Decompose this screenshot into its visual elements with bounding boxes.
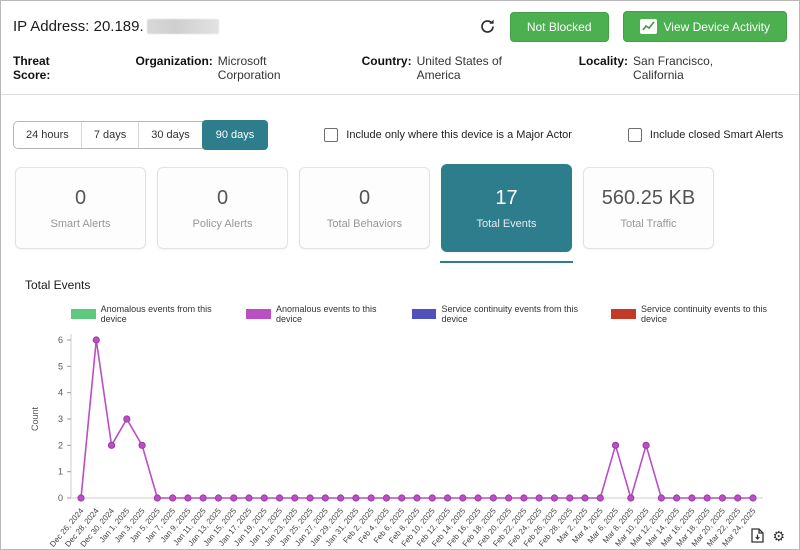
- svg-text:Count: Count: [30, 407, 40, 432]
- time-range-90-days[interactable]: 90 days: [202, 120, 269, 150]
- device-summary-panel: IP Address: 20.189. Not Blocked: [0, 0, 800, 550]
- svg-text:3: 3: [58, 414, 63, 424]
- chart-actions: ⚙: [751, 528, 785, 543]
- locality-value: San Francisco, California: [633, 54, 749, 82]
- legend-service-continuity-to-device[interactable]: Service continuity events to this device: [611, 304, 787, 324]
- time-range-selector: 24 hours 7 days 30 days 90 days: [13, 121, 268, 149]
- country-value: United States of America: [417, 54, 531, 82]
- total-traffic-value: 560.25 KB: [602, 187, 695, 210]
- stat-card-total-behaviors[interactable]: 0 Total Behaviors: [299, 167, 430, 249]
- filter-row: 24 hours 7 days 30 days 90 days Include …: [13, 121, 787, 149]
- page-title: IP Address: 20.189.: [13, 18, 219, 35]
- total-events-value: 17: [495, 187, 517, 210]
- total-events-label: Total Events: [477, 218, 537, 230]
- time-range-7-days[interactable]: 7 days: [82, 122, 139, 148]
- total-events-chart-section: Total Events Anomalous events from this …: [25, 278, 787, 550]
- policy-alerts-label: Policy Alerts: [193, 218, 253, 230]
- organization-field: Organization: Microsoft Corporation: [135, 54, 313, 82]
- stat-card-total-traffic[interactable]: 560.25 KB Total Traffic: [583, 167, 714, 249]
- major-actor-checkbox-label: Include only where this device is a Majo…: [346, 129, 572, 141]
- policy-alerts-value: 0: [217, 187, 228, 210]
- stat-card-total-events[interactable]: 17 Total Events: [441, 164, 572, 252]
- legend-service-continuity-from-device[interactable]: Service continuity events from this devi…: [412, 304, 598, 324]
- country-field: Country: United States of America: [362, 54, 531, 82]
- major-actor-checkbox[interactable]: [324, 128, 338, 142]
- header-actions: Not Blocked View Device Activity: [479, 11, 787, 42]
- time-range-24-hours[interactable]: 24 hours: [14, 122, 82, 148]
- organization-value: Microsoft Corporation: [218, 54, 314, 82]
- total-behaviors-value: 0: [359, 187, 370, 210]
- legend-swatch-red: [611, 309, 636, 319]
- header-bar: IP Address: 20.189. Not Blocked: [1, 1, 799, 48]
- total-traffic-label: Total Traffic: [620, 218, 676, 230]
- redacted-ip-segment: [147, 19, 219, 34]
- svg-text:2: 2: [58, 440, 63, 450]
- svg-text:6: 6: [58, 335, 63, 345]
- threat-score-label: Threat Score:: [13, 54, 82, 82]
- legend-swatch-blue: [412, 309, 437, 319]
- stat-cards-row: 0 Smart Alerts 0 Policy Alerts 0 Total B…: [15, 167, 787, 252]
- smart-alerts-label: Smart Alerts: [51, 218, 111, 230]
- stat-card-smart-alerts[interactable]: 0 Smart Alerts: [15, 167, 146, 249]
- svg-text:5: 5: [58, 361, 63, 371]
- export-report-icon[interactable]: [751, 528, 764, 543]
- device-details-row: Threat Score: Organization: Microsoft Co…: [1, 48, 799, 95]
- legend-anomalous-from-device[interactable]: Anomalous events from this device: [71, 304, 232, 324]
- legend-swatch-green: [71, 309, 96, 319]
- svg-text:1: 1: [58, 467, 63, 477]
- legend-anomalous-to-device[interactable]: Anomalous events to this device: [246, 304, 397, 324]
- threat-score-field: Threat Score:: [13, 54, 87, 82]
- not-blocked-label: Not Blocked: [527, 20, 592, 34]
- legend-swatch-magenta: [246, 309, 271, 319]
- organization-label: Organization:: [135, 54, 212, 68]
- view-device-activity-button[interactable]: View Device Activity: [623, 11, 787, 42]
- closed-smart-alerts-checkbox[interactable]: [628, 128, 642, 142]
- total-behaviors-label: Total Behaviors: [327, 218, 402, 230]
- activity-chart-icon: [640, 19, 657, 34]
- smart-alerts-value: 0: [75, 187, 86, 210]
- locality-label: Locality:: [579, 54, 628, 68]
- chart-legend: Anomalous events from this device Anomal…: [71, 304, 787, 324]
- time-range-30-days[interactable]: 30 days: [139, 122, 203, 148]
- svg-text:4: 4: [58, 388, 63, 398]
- ip-address-value: 20.189.: [94, 18, 144, 35]
- svg-text:0: 0: [58, 493, 63, 503]
- major-actor-filter: Include only where this device is a Majo…: [324, 128, 572, 142]
- closed-smart-alerts-checkbox-label: Include closed Smart Alerts: [650, 129, 783, 141]
- locality-field: Locality: San Francisco, California: [579, 54, 749, 82]
- settings-gear-icon[interactable]: ⚙: [772, 529, 785, 543]
- refresh-icon[interactable]: [479, 18, 496, 35]
- view-device-activity-label: View Device Activity: [664, 20, 770, 34]
- ip-address-label: IP Address:: [13, 18, 89, 35]
- total-events-line-chart: 0123456CountDec 26, 2024Dec 28, 2024Dec …: [25, 326, 785, 550]
- chart-title: Total Events: [25, 278, 787, 292]
- closed-smart-alerts-filter: Include closed Smart Alerts: [628, 128, 783, 142]
- stat-card-policy-alerts[interactable]: 0 Policy Alerts: [157, 167, 288, 249]
- country-label: Country:: [362, 54, 412, 68]
- not-blocked-button[interactable]: Not Blocked: [510, 12, 609, 42]
